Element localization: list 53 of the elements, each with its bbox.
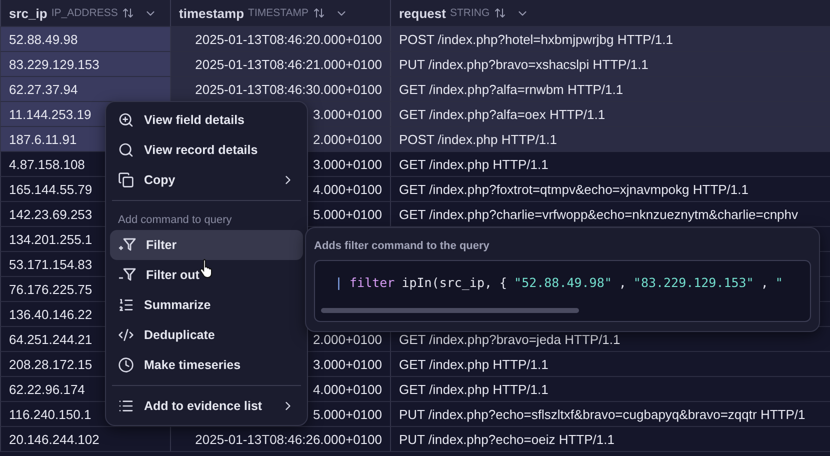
- table-cell: PUT /index.php?echo=sflszltxf&bravo=cugbapyq&bravo=zqqtr HTTP/1: [390, 402, 830, 427]
- table-cell: GET /index.php?charlie=vrfwopp&echo=nknzueznytm&charlie=cnphv: [390, 202, 830, 227]
- code-token: ipIn(src_ip, {: [402, 275, 508, 292]
- table-cell: 83.229.129.153: [0, 52, 170, 77]
- table-cell: 52.88.49.98: [0, 27, 170, 52]
- table-cell: PUT /index.php?echo=oeiz HTTP/1.1: [390, 427, 830, 452]
- clock-icon: [118, 357, 134, 373]
- table-cell: 62.27.37.94: [0, 77, 170, 102]
- code-token: ,: [760, 275, 768, 292]
- table-cell: GET /index.php HTTP/1.1: [390, 377, 830, 402]
- code-token: |: [335, 275, 343, 292]
- code-icon: [118, 327, 134, 343]
- copy-icon: [118, 172, 134, 188]
- column-header[interactable]: request STRING: [390, 0, 830, 27]
- code-token: filter: [350, 275, 395, 292]
- table-cell: GET /index.php?alfa=oex HTTP/1.1: [390, 102, 830, 127]
- table-cell: GET /index.php?alfa=rnwbm HTTP/1.1: [390, 77, 830, 102]
- table-cell: 2025-01-13T08:46:21.000+0100: [170, 52, 390, 77]
- scrollbar-thumb[interactable]: [321, 308, 579, 313]
- code-token: ": [775, 275, 783, 292]
- numbered-list-icon: [118, 297, 134, 313]
- table-cell: GET /index.php HTTP/1.1: [390, 352, 830, 377]
- table-cell: 2025-01-13T08:46:26.000+0100: [170, 427, 390, 452]
- column-type: STRING: [450, 7, 490, 19]
- column-header[interactable]: timestamp TIMESTAMP: [170, 0, 390, 27]
- zoom-in-icon: [118, 112, 134, 128]
- menu-item[interactable]: Filter: [110, 230, 303, 260]
- list-icon: [118, 398, 134, 414]
- pointer-cursor-icon: [199, 258, 215, 278]
- table-cell: GET /index.php HTTP/1.1: [390, 152, 830, 177]
- column-type: IP_ADDRESS: [51, 7, 118, 19]
- funnel-minus-icon: [118, 267, 136, 283]
- column-name: timestamp: [179, 6, 244, 20]
- table-cell: 2025-01-13T08:46:20.000+0100: [170, 27, 390, 52]
- table-cell: POST /index.php HTTP/1.1: [390, 127, 830, 152]
- column-name: src_ip: [9, 6, 48, 20]
- table-cell: 2025-01-13T08:46:30.000+0100: [170, 77, 390, 102]
- code-token: "52.88.49.98": [514, 275, 612, 292]
- sort-icon[interactable]: [494, 7, 506, 19]
- column-type: TIMESTAMP: [248, 7, 309, 19]
- table-cell: PUT /index.php?bravo=xshacslpi HTTP/1.1: [390, 52, 830, 77]
- code-token: "83.229.129.153": [633, 275, 754, 292]
- tooltip-title: Adds filter command to the query: [314, 240, 490, 252]
- table-cell: POST /index.php?hotel=hxbmjpwrjbg HTTP/1.1: [390, 27, 830, 52]
- column-name: request: [399, 6, 446, 20]
- funnel-plus-icon: [118, 237, 136, 253]
- search-icon: [118, 142, 134, 158]
- table-cell: 20.146.244.102: [0, 427, 170, 452]
- code-token: ,: [618, 275, 626, 292]
- sort-icon[interactable]: [312, 7, 325, 19]
- sort-icon[interactable]: [122, 7, 134, 19]
- table-cell: GET /index.php?foxtrot=qtmpv&echo=xjnavmpokg HTTP/1.1: [390, 177, 830, 202]
- column-header[interactable]: src_ip IP_ADDRESS: [0, 0, 170, 27]
